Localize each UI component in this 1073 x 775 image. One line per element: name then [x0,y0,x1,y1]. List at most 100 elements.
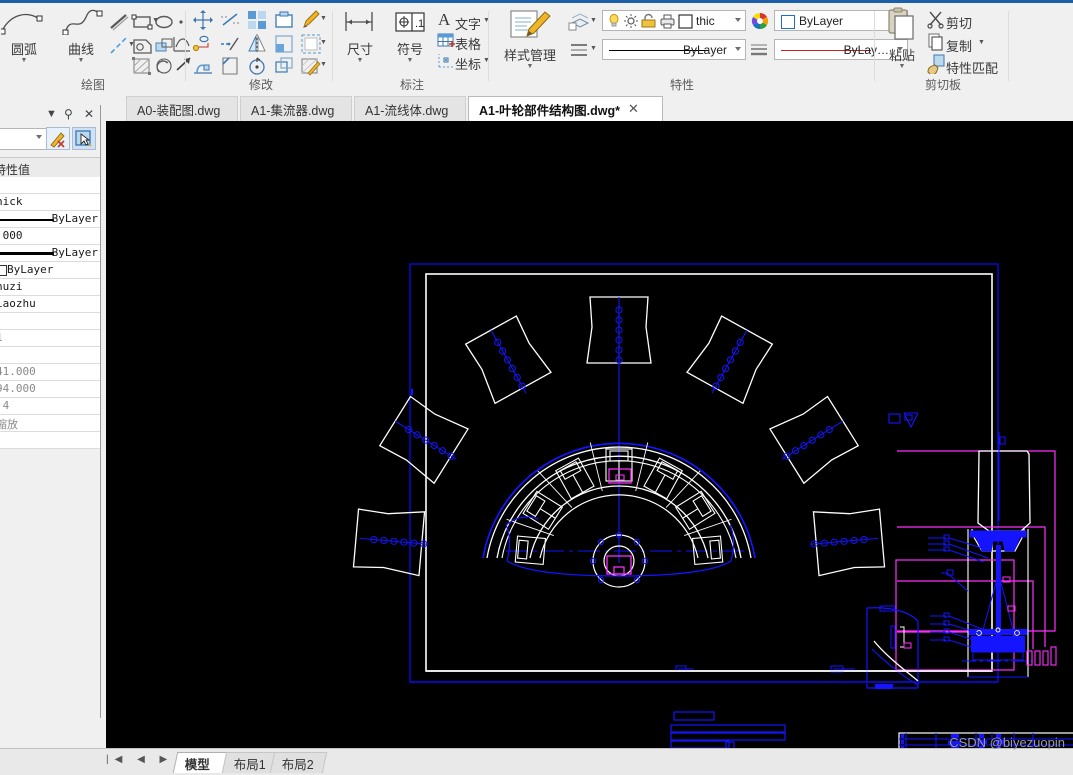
move-icon[interactable] [192,9,214,31]
coordinate-label[interactable]: 坐标 [455,54,481,73]
array-icon[interactable] [246,9,268,31]
copy-icon[interactable] [926,32,948,54]
quick-select-button[interactable] [46,127,70,150]
curve-button[interactable]: 曲线 ▼ [53,9,109,64]
object-selector-combo[interactable] [0,128,47,150]
doc-tab-close-icon[interactable]: ✕ [628,101,639,117]
layout-tab-2[interactable]: 布局2 [269,752,328,773]
modify-dropdown-3[interactable]: ▼ [320,61,327,68]
copy-object-icon[interactable] [273,9,295,31]
construction-line-icon[interactable] [108,35,130,57]
panel-collapse-icon[interactable]: ▼ [46,108,57,120]
explode-icon[interactable] [273,55,295,77]
mirror-icon[interactable] [246,33,268,55]
match-properties-icon[interactable] [926,54,948,76]
fillet-icon[interactable] [273,33,295,55]
property-row[interactable] [0,313,100,330]
panel-pin-icon[interactable]: ⚲ [64,107,73,121]
rectangle-icon[interactable] [131,11,153,33]
layer-combo[interactable]: thic [602,10,746,31]
symbol-button[interactable]: .1 符号 ▼ [384,9,436,64]
arc-dropdown-caret[interactable]: ▼ [0,57,52,64]
linetype-combo[interactable]: ByLayer [602,39,746,60]
curve-dropdown-caret[interactable]: ▼ [53,57,109,64]
copy-label[interactable]: 复制 [946,36,972,55]
match-properties-label[interactable]: 特性匹配 [946,58,998,77]
property-row[interactable]: 缩放 [0,415,100,432]
rotate-point-icon[interactable] [192,33,214,55]
region-icon[interactable] [131,35,153,57]
doc-tab-0[interactable]: A0-装配图.dwg [126,96,238,121]
ellipse-icon[interactable] [153,11,175,33]
property-row[interactable]: 41.000 [0,364,100,381]
property-row[interactable]: iaozhu [0,296,100,313]
linetype-combo-caret[interactable] [735,47,741,51]
chamfer-icon[interactable] [219,55,241,77]
layout-tab-model[interactable]: 模型 [172,752,228,773]
table-label[interactable]: 表格 [455,34,481,53]
modify-dropdown-2[interactable]: ▼ [320,39,327,46]
property-row[interactable] [0,432,100,449]
paste-button[interactable]: 粘贴 ▼ [878,7,926,70]
layer-manager-dropdown[interactable]: ▼ [590,17,597,24]
lightbulb-icon[interactable] [606,13,622,29]
dimension-button[interactable]: 尺寸 ▼ [336,9,384,64]
arc-button[interactable]: 圆弧 ▼ [0,9,52,64]
cut-icon[interactable] [926,9,948,31]
property-row[interactable]: 1 [0,330,100,347]
symbol-dropdown-caret[interactable]: ▼ [384,57,436,64]
lineweight-list-icon[interactable] [748,40,770,62]
object-selector-caret[interactable] [36,135,42,139]
paste-caret[interactable]: ▼ [878,63,926,70]
group-divider-1 [185,11,186,81]
style-manager-caret[interactable]: ▼ [494,63,566,70]
modify-dropdown-1[interactable]: ▼ [320,15,327,22]
dimension-dropdown-caret[interactable]: ▼ [336,57,384,64]
lock-layer-icon[interactable] [640,13,658,29]
cut-label[interactable]: 剪切 [946,13,972,32]
extend-icon[interactable] [219,33,241,55]
hatch-edit-icon[interactable] [300,55,322,77]
color-wheel-icon[interactable] [750,11,772,33]
group-title-properties: 特性 [669,78,694,92]
property-row[interactable]: ByLayer [0,262,100,279]
property-row[interactable]: hick [0,194,100,211]
text-label[interactable]: 文字 [455,14,481,33]
plot-printer-icon[interactable] [659,13,676,29]
property-row[interactable]: :4 [0,398,100,415]
multiline-icon[interactable] [108,11,130,33]
layout-tab-label-2: 布局2 [281,757,314,772]
revolve-icon[interactable] [246,55,268,77]
hatch-icon[interactable] [131,55,153,77]
layer-combo-caret[interactable] [735,18,741,22]
linetype-list-icon[interactable] [568,39,590,61]
layer-color-swatch-icon[interactable] [678,14,693,29]
drawing-canvas[interactable] [106,121,1073,748]
property-row[interactable] [0,177,100,194]
select-objects-button[interactable] [72,127,96,150]
linetype-value: ByLayer [682,43,727,57]
trim-icon[interactable] [219,9,241,31]
property-row[interactable]: .000 [0,228,100,245]
style-manager-button[interactable]: 样式管理 ▼ [494,7,566,70]
layer-manager-icon[interactable] [568,11,590,33]
linetype-dropdown-small[interactable]: ▼ [590,45,597,52]
property-row[interactable] [0,347,100,364]
gradient-icon[interactable] [153,55,175,77]
doc-tab-1[interactable]: A1-集流器.dwg [240,96,352,121]
arc-icon [0,13,43,35]
property-value: 94.000 [0,382,36,395]
property-value: hick [0,195,23,208]
property-row[interactable]: ByLayer [0,245,100,262]
panel-close-icon[interactable]: ✕ [84,107,94,121]
property-row[interactable]: 94.000 [0,381,100,398]
stretch-icon[interactable] [192,55,214,77]
property-row[interactable]: huzi [0,279,100,296]
pencil-edit-icon[interactable] [300,9,322,31]
doc-tab-2[interactable]: A1-流线体.dwg [354,96,466,121]
doc-tab-3[interactable]: A1-叶轮部件结构图.dwg* ✕ [468,96,663,121]
property-row[interactable]: ByLayer [0,211,100,228]
sun-freeze-icon[interactable] [623,13,639,29]
offset-icon[interactable] [300,33,322,55]
copy-dropdown[interactable]: ▼ [978,39,985,46]
